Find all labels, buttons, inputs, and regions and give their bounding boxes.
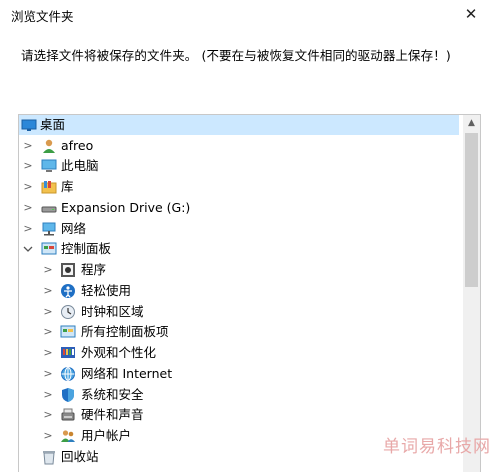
chevron-down-icon[interactable] — [22, 239, 34, 259]
chevron-right-icon[interactable]: > — [22, 219, 34, 239]
tree-item-appearance[interactable]: > 外观和个性化 — [19, 343, 459, 363]
appearance-icon — [60, 345, 76, 361]
chevron-right-icon[interactable]: > — [42, 364, 54, 384]
tree-item-ease-of-access[interactable]: > 轻松使用 — [19, 281, 459, 301]
close-button[interactable]: ✕ — [459, 3, 483, 25]
chevron-right-icon[interactable]: > — [42, 426, 54, 446]
tree-item-system-security[interactable]: > 系统和安全 — [19, 385, 459, 405]
chevron-right-icon[interactable]: > — [22, 198, 34, 218]
chevron-right-icon[interactable]: > — [42, 405, 54, 425]
tree-item-label: 所有控制面板项 — [81, 324, 169, 339]
recycle-bin-icon — [41, 449, 57, 465]
tree-item-all-control-panel[interactable]: > 所有控制面板项 — [19, 322, 459, 342]
chevron-right-icon[interactable]: > — [42, 302, 54, 322]
tree-item-label: 外观和个性化 — [81, 345, 157, 360]
control-panel-icon — [41, 241, 57, 257]
tree-item-programs[interactable]: > 程序 — [19, 260, 459, 280]
tree-item-label: 库 — [61, 179, 74, 194]
chevron-right-icon[interactable]: > — [42, 343, 54, 363]
tree-item-label: 网络和 Internet — [81, 366, 173, 381]
tree-item-label: Expansion Drive (G:) — [61, 200, 191, 215]
tree-item-label: 控制面板 — [61, 241, 112, 256]
network-internet-icon — [60, 366, 76, 382]
title-bar: 浏览文件夹 ✕ — [0, 0, 499, 30]
clock-region-icon — [60, 304, 76, 320]
drive-icon — [41, 200, 57, 216]
tree-item-label: 此电脑 — [61, 158, 99, 173]
tree-item-label: 用户帐户 — [81, 428, 132, 443]
vertical-scrollbar[interactable]: ▲ — [463, 115, 480, 472]
instruction-text: 请选择文件将被保存的文件夹。 (不要在与被恢复文件相同的驱动器上保存！) — [21, 48, 451, 63]
computer-icon — [41, 158, 57, 174]
tree-item-network-internet[interactable]: > 网络和 Internet — [19, 364, 459, 384]
tree-item-label: 桌面 — [40, 117, 66, 132]
chevron-right-icon[interactable]: > — [42, 385, 54, 405]
programs-icon — [60, 262, 76, 278]
chevron-right-icon[interactable]: > — [42, 260, 54, 280]
chevron-right-icon[interactable]: > — [42, 322, 54, 342]
chevron-right-icon[interactable]: > — [22, 156, 34, 176]
desktop-icon — [21, 117, 37, 133]
folder-tree[interactable]: 桌面 > afreo > 此电脑 > 库 > Expansion Drive (… — [18, 114, 481, 472]
ease-of-access-icon — [60, 283, 76, 299]
tree-item-label: 时钟和区域 — [81, 304, 144, 319]
tree-item-network[interactable]: > 网络 — [19, 219, 459, 239]
tree-item-label: 硬件和声音 — [81, 407, 144, 422]
user-accounts-icon — [60, 428, 76, 444]
network-icon — [41, 221, 57, 237]
tree-item-desktop[interactable]: 桌面 — [19, 115, 459, 135]
tree-item-this-pc[interactable]: > 此电脑 — [19, 156, 459, 176]
tree-item-libraries[interactable]: > 库 — [19, 177, 459, 197]
chevron-right-icon[interactable]: > — [22, 136, 34, 156]
tree-item-label: 程序 — [81, 262, 107, 277]
scroll-up-button[interactable]: ▲ — [463, 115, 480, 132]
chevron-right-icon[interactable]: > — [42, 281, 54, 301]
tree-item-label: 网络 — [61, 221, 87, 236]
scrollbar-thumb[interactable] — [465, 133, 478, 287]
tree-item-afreo[interactable]: > afreo — [19, 136, 459, 156]
tree-item-label: 回收站 — [61, 449, 99, 464]
tree-item-clock-region[interactable]: > 时钟和区域 — [19, 302, 459, 322]
all-control-panel-icon — [60, 324, 76, 340]
tree-item-label: afreo — [61, 138, 94, 153]
tree-item-label: 系统和安全 — [81, 387, 144, 402]
hardware-sound-icon — [60, 407, 76, 423]
window-title: 浏览文件夹 — [11, 9, 74, 24]
system-security-icon — [60, 387, 76, 403]
tree-item-control-panel[interactable]: 控制面板 — [19, 239, 459, 259]
tree-item-expansion-drive[interactable]: > Expansion Drive (G:) — [19, 198, 459, 218]
tree-item-label: 轻松使用 — [81, 283, 132, 298]
user-icon — [41, 138, 57, 154]
tree-item-hardware-sound[interactable]: > 硬件和声音 — [19, 405, 459, 425]
watermark-text: 单词易科技网 — [383, 437, 491, 457]
library-icon — [41, 179, 57, 195]
chevron-right-icon[interactable]: > — [22, 177, 34, 197]
